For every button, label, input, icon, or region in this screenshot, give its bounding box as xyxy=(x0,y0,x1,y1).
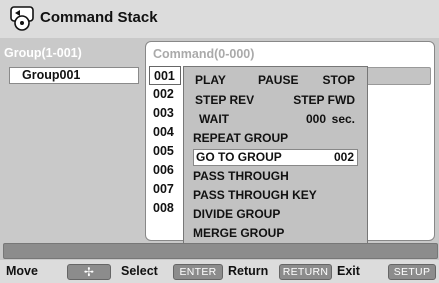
wait-unit: sec. xyxy=(331,112,355,126)
group-item[interactable]: Group001 xyxy=(9,67,139,84)
group-header: Group(1-001) xyxy=(4,46,82,60)
command-number-item[interactable]: 002 xyxy=(149,85,181,104)
merge-group-option[interactable]: MERGE GROUP xyxy=(193,225,358,242)
select-label: Select xyxy=(121,264,158,278)
command-number-item[interactable]: 007 xyxy=(149,180,181,199)
return-key-button[interactable]: RETURN xyxy=(279,264,332,280)
title-bar: Command Stack xyxy=(0,0,439,38)
go-to-group-value[interactable]: 002 xyxy=(334,150,354,165)
group-list: Group001 xyxy=(0,63,146,243)
command-stack-icon xyxy=(10,6,34,31)
go-to-group-option[interactable]: GO TO GROUP 002 xyxy=(193,149,358,166)
repeat-group-option[interactable]: REPEAT GROUP xyxy=(193,130,358,147)
go-to-group-label: GO TO GROUP xyxy=(196,150,282,164)
divide-group-option[interactable]: DIVIDE GROUP xyxy=(193,206,358,223)
wait-label: WAIT xyxy=(199,112,229,126)
command-number-item[interactable]: 001 xyxy=(149,66,181,85)
window-title: Command Stack xyxy=(40,9,158,26)
step-row: STEP REV STEP FWD xyxy=(193,92,358,109)
command-header: Command(0-000) xyxy=(153,47,255,61)
play-row: PLAY PAUSE STOP xyxy=(193,72,358,89)
wait-row[interactable]: WAIT 000 sec. xyxy=(193,111,358,128)
play-option[interactable]: PLAY xyxy=(195,72,226,89)
return-label: Return xyxy=(228,264,269,278)
command-number-item[interactable]: 004 xyxy=(149,123,181,142)
stop-option[interactable]: STOP xyxy=(323,72,355,89)
command-number-item[interactable]: 008 xyxy=(149,199,181,218)
command-stack-screen: Command Stack Group(1-001) Group001 Comm… xyxy=(0,0,439,283)
pass-through-key-option[interactable]: PASS THROUGH KEY xyxy=(193,187,358,204)
move-key-icon[interactable]: ✢ xyxy=(67,264,111,280)
status-bar xyxy=(3,243,438,259)
navigation-bar: Move ✢ Select ENTER Return RETURN Exit S… xyxy=(0,260,439,283)
pause-option[interactable]: PAUSE xyxy=(258,72,298,89)
command-number-item[interactable]: 005 xyxy=(149,142,181,161)
setup-key-button[interactable]: SETUP xyxy=(388,264,436,280)
command-number-item[interactable]: 003 xyxy=(149,104,181,123)
step-fwd-option[interactable]: STEP FWD xyxy=(293,92,355,109)
enter-key-button[interactable]: ENTER xyxy=(173,264,223,280)
step-rev-option[interactable]: STEP REV xyxy=(195,92,254,109)
command-number-item[interactable]: 006 xyxy=(149,161,181,180)
exit-label: Exit xyxy=(337,264,360,278)
wait-value[interactable]: 000 xyxy=(306,111,326,128)
command-popup-menu: PLAY PAUSE STOP STEP REV STEP FWD WAIT 0… xyxy=(183,66,368,245)
move-label: Move xyxy=(6,264,38,278)
pass-through-option[interactable]: PASS THROUGH xyxy=(193,168,358,185)
